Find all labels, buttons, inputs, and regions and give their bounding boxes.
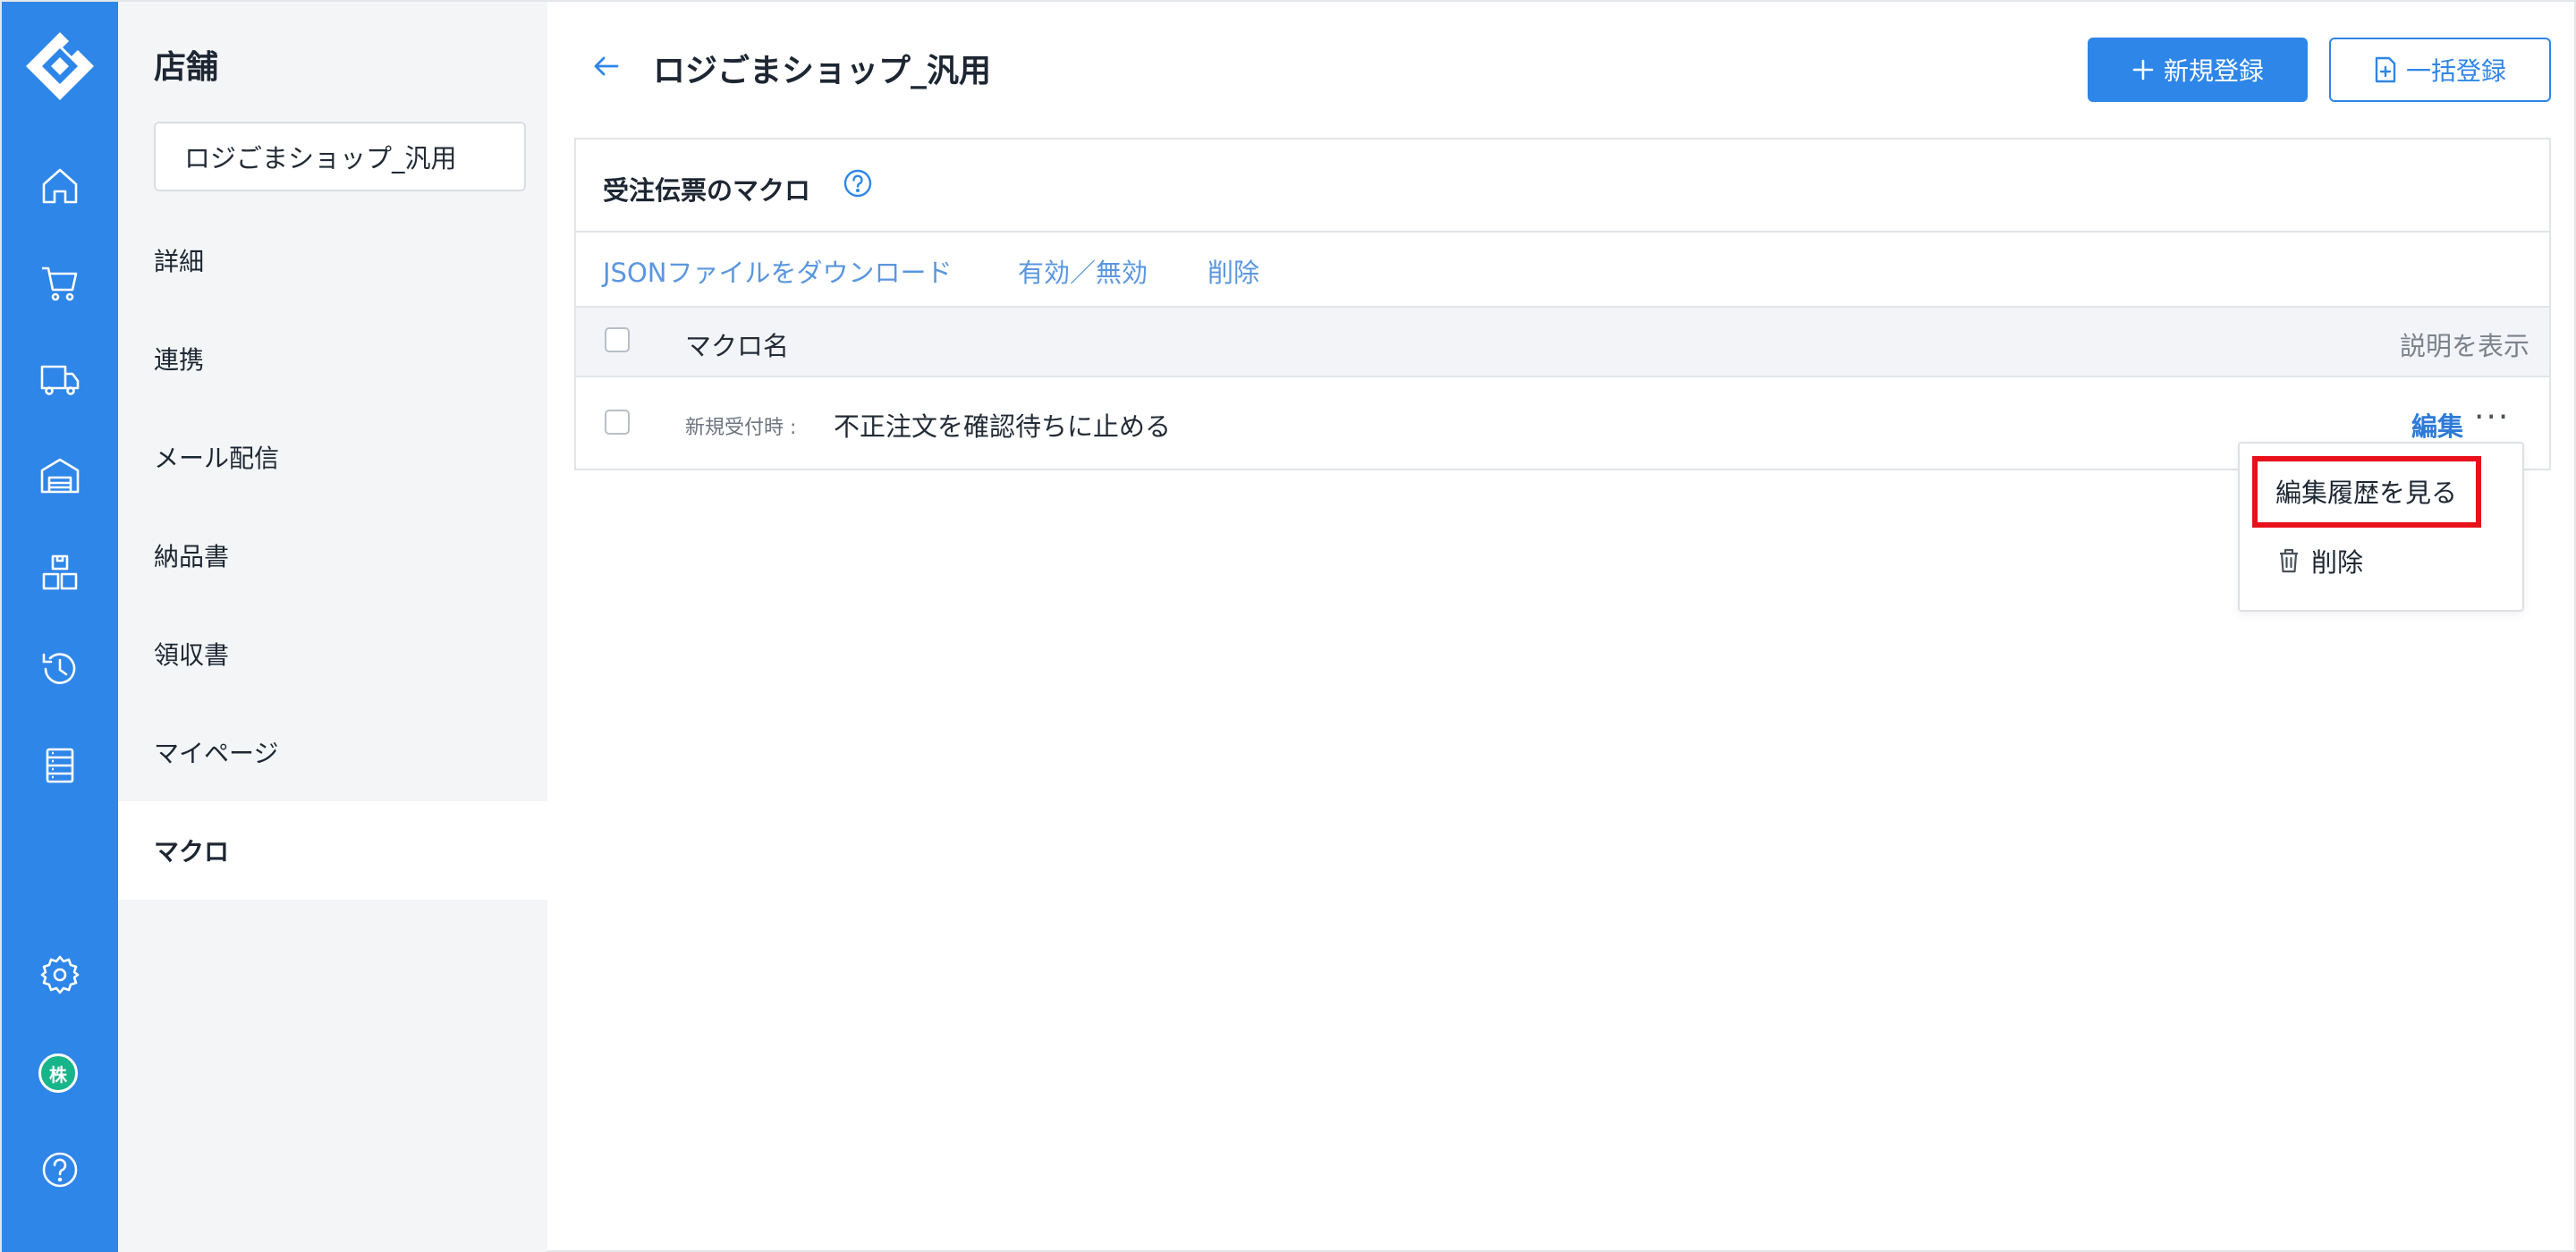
warehouse-icon[interactable] (35, 451, 85, 501)
sidebar-item-mail[interactable]: メール配信 (118, 408, 547, 506)
back-arrow-icon[interactable] (590, 50, 623, 82)
sidebar-item-details[interactable]: 詳細 (118, 211, 547, 309)
macro-name: 不正注文を確認待ちに止める (834, 411, 1172, 442)
logo-icon[interactable] (22, 29, 97, 104)
sidebar-item-macro[interactable]: マクロ (118, 801, 547, 900)
column-macro-name: マクロ名 (685, 331, 790, 361)
sidebar-item-delivery-note[interactable]: 納品書 (118, 506, 547, 605)
show-description-toggle[interactable]: 説明を表示 (2400, 326, 2529, 363)
delete-menu-item[interactable]: 削除 (2277, 542, 2363, 579)
bulk-register-button[interactable]: 一括登録 (2329, 38, 2551, 102)
delete-selected-link[interactable]: 削除 (1208, 252, 1259, 290)
icon-rail: 株 (2, 2, 118, 1252)
select-all-checkbox[interactable] (605, 327, 630, 352)
company-badge-icon[interactable]: 株 (38, 1053, 78, 1093)
trash-icon (2280, 548, 2298, 573)
edit-link[interactable]: 編集 (2411, 406, 2463, 444)
new-register-button[interactable]: 新規登録 (2088, 38, 2308, 102)
cart-icon[interactable] (35, 258, 85, 308)
new-register-label: 新規登録 (2163, 56, 2264, 86)
store-sidebar: 店舗 ロジごまショップ_汎用 詳細 連携 メール配信 納品書 領収書 マイページ… (118, 2, 547, 1252)
gear-icon[interactable] (35, 950, 85, 1000)
macro-trigger: 新規受付時 : (685, 417, 797, 439)
card-title: 受注伝票のマクロ (603, 175, 811, 206)
table-header: マクロ名 説明を表示 (576, 306, 2549, 377)
toggle-enable-link[interactable]: 有効／無効 (1018, 252, 1148, 290)
row-checkbox[interactable] (605, 410, 630, 435)
macro-card: 受注伝票のマクロ JSONファイルをダウンロード 有効／無効 削除 マクロ名 説… (574, 138, 2551, 470)
card-header: 受注伝票のマクロ (576, 140, 2549, 233)
more-menu-button[interactable]: ··· (2474, 399, 2510, 436)
question-circle-icon[interactable] (843, 168, 873, 199)
app-frame: 株 店舗 ロジごまショップ_汎用 詳細 連携 メール配信 納品書 領収書 マイペ… (0, 0, 2576, 1252)
page-title: ロジごまショップ_汎用 (653, 53, 992, 89)
plus-icon (2132, 59, 2154, 80)
sidebar-title: 店舗 (154, 49, 219, 86)
home-icon[interactable] (35, 161, 85, 211)
help-icon[interactable] (35, 1145, 85, 1195)
history-icon[interactable] (35, 644, 85, 694)
delete-menu-label: 削除 (2311, 547, 2364, 578)
sidebar-item-receipt[interactable]: 領収書 (118, 605, 547, 703)
truck-icon[interactable] (35, 354, 85, 404)
sidebar-item-mypage[interactable]: マイページ (118, 703, 547, 801)
bulk-actions: JSONファイルをダウンロード 有効／無効 削除 (576, 233, 2549, 306)
list-icon[interactable] (35, 740, 85, 791)
view-edit-history-item[interactable]: 編集履歴を見る (2275, 472, 2457, 510)
sidebar-item-integration[interactable]: 連携 (118, 309, 547, 408)
main-content: ロジごまショップ_汎用 新規登録 一括登録 受注伝票のマクロ JSONファイルを… (547, 2, 2576, 1252)
bulk-register-label: 一括登録 (2405, 56, 2506, 86)
row-context-menu: 編集履歴を見る 削除 (2238, 442, 2524, 612)
boxes-icon[interactable] (35, 547, 85, 597)
shop-select[interactable]: ロジごまショップ_汎用 (154, 122, 526, 191)
download-json-link[interactable]: JSONファイルをダウンロード (603, 252, 952, 290)
file-add-icon (2375, 56, 2396, 83)
view-edit-history-label: 編集履歴を見る (2275, 478, 2458, 508)
